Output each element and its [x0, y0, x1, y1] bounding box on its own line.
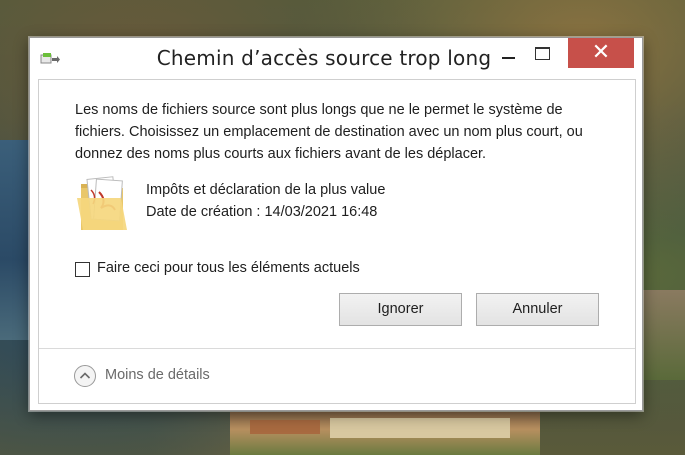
footer-divider — [39, 348, 635, 349]
long-path-dialog: Chemin d’accès source trop long ✕ Les no… — [29, 37, 643, 411]
file-info: Impôts et déclaration de la plus value D… — [146, 179, 385, 223]
wallpaper-building — [330, 418, 510, 438]
file-date: Date de création : 14/03/2021 16:48 — [146, 204, 378, 220]
close-icon: ✕ — [591, 40, 611, 65]
apply-all-label[interactable]: Faire ceci pour tous les éléments actuel… — [97, 260, 360, 276]
minimize-button[interactable] — [491, 38, 525, 68]
wallpaper-sea — [0, 140, 32, 340]
cancel-button[interactable]: Annuler — [476, 293, 599, 326]
dialog-content: Les noms de fichiers source sont plus lo… — [38, 79, 636, 404]
apply-all-checkbox[interactable] — [75, 262, 90, 277]
close-button[interactable]: ✕ — [568, 38, 634, 68]
dialog-titlebar[interactable]: Chemin d’accès source trop long ✕ — [30, 38, 642, 79]
details-toggle-label[interactable]: Moins de détails — [105, 367, 210, 383]
chevron-up-circle-icon[interactable] — [74, 365, 96, 387]
ignore-button[interactable]: Ignorer — [339, 293, 462, 326]
error-message: Les noms de fichiers source sont plus lo… — [75, 102, 583, 162]
wallpaper-roof — [250, 420, 320, 434]
file-name: Impôts et déclaration de la plus value — [146, 182, 386, 198]
maximize-button[interactable] — [525, 38, 559, 68]
folder-pdf-icon — [77, 164, 129, 234]
wallpaper-rocks — [641, 290, 685, 380]
